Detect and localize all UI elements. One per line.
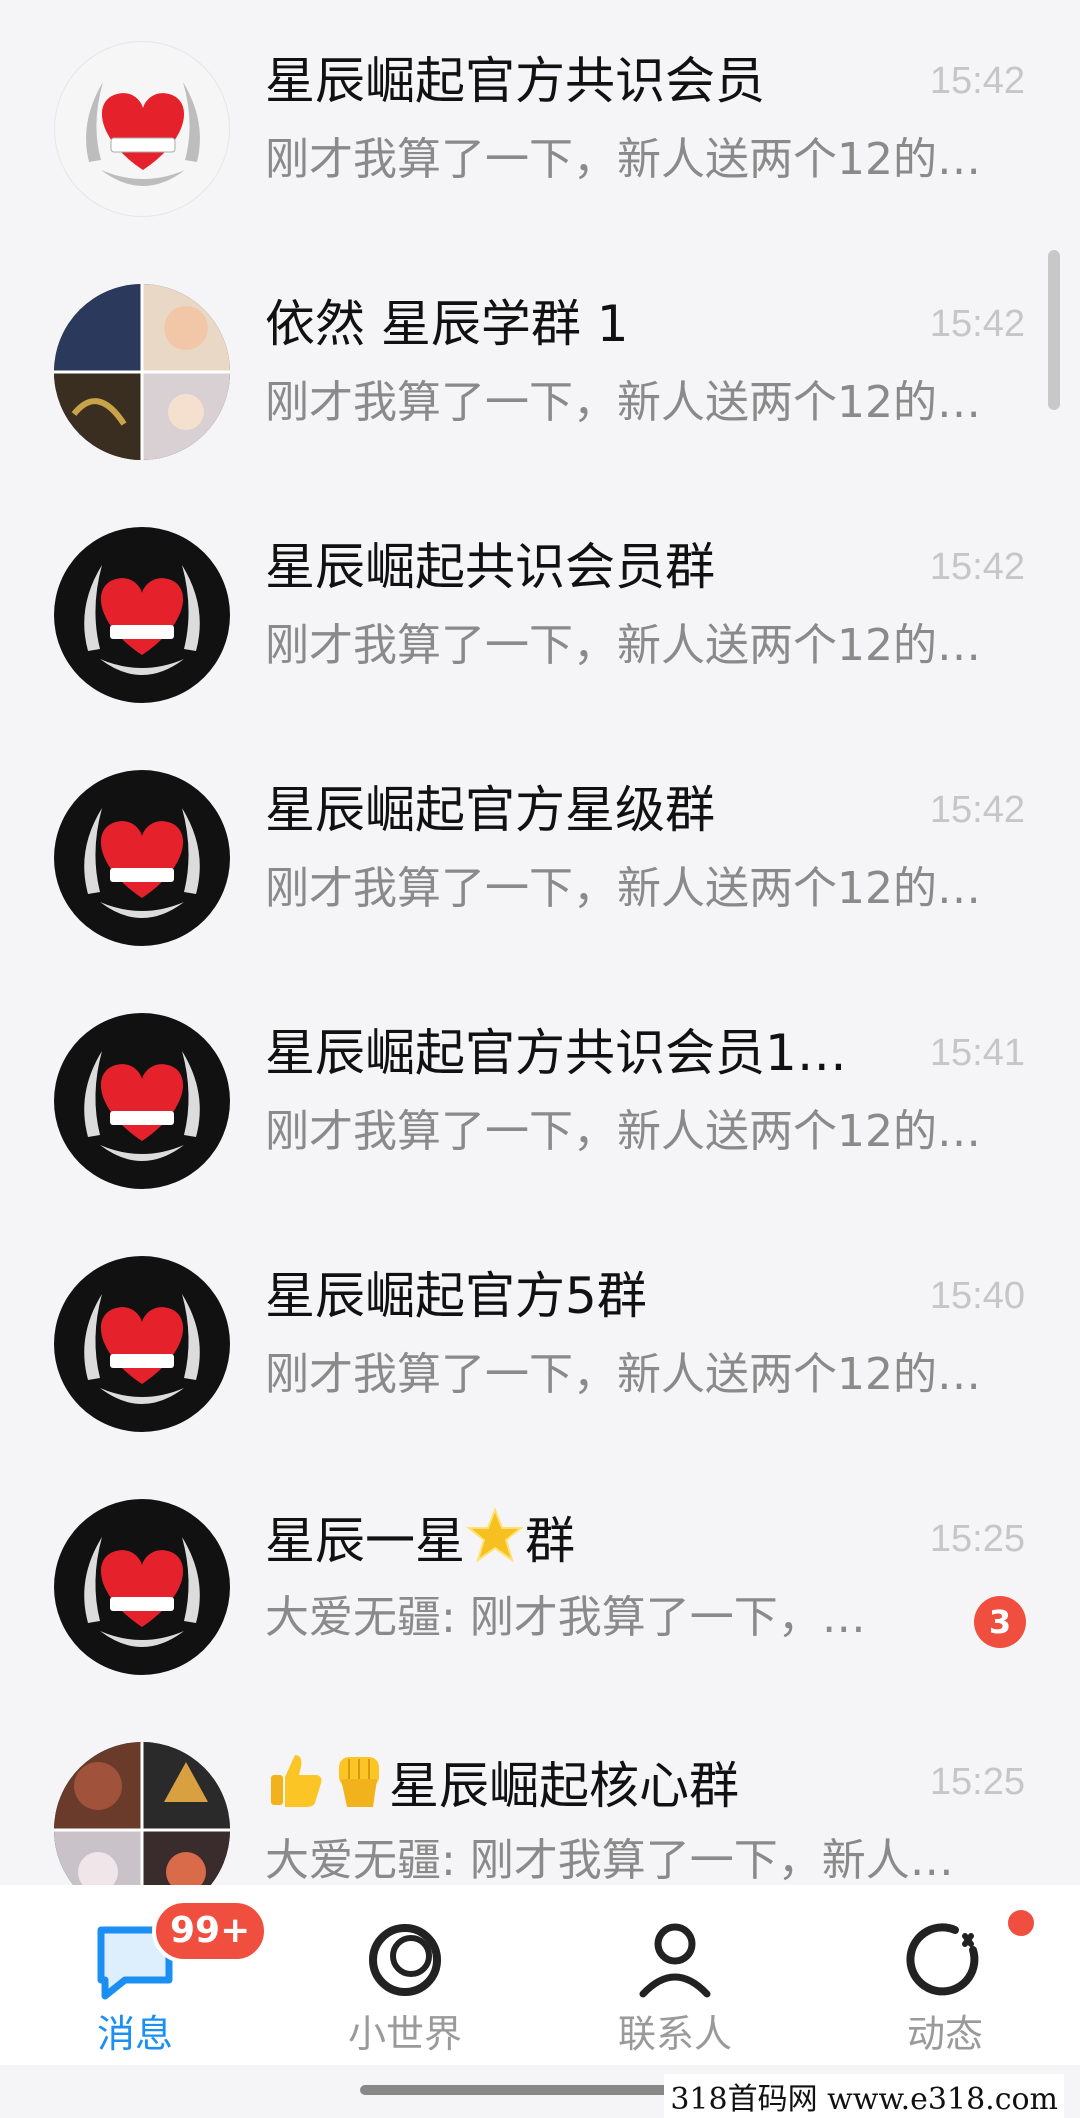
conversation-preview: 刚才我算了一下，新人送两个12的… [265,620,981,671]
tab-small-world[interactable]: 小世界 [270,1885,540,2065]
conversation-row[interactable]: 星辰崛起官方5群 15:40 刚才我算了一下，新人送两个12的… [0,1215,1080,1458]
bottom-tab-bar: 99+ 消息 小世界 联系人 动态 [0,1885,1080,2065]
tab-messages[interactable]: 99+ 消息 [0,1885,270,2065]
thumbs-up-icon [265,1749,327,1827]
group-avatar [54,41,230,217]
conversation-row[interactable]: 星辰崛起官方共识会员1… 15:41 刚才我算了一下，新人送两个12的… [0,972,1080,1215]
tab-label: 联系人 [617,2012,732,2056]
conversation-title: 星辰崛起核心群 [265,1749,905,1827]
star-spin-icon [895,1910,995,2010]
conversation-list[interactable]: 星辰崛起官方共识会员 15:42 刚才我算了一下，新人送两个12的… 依然 星辰… [0,0,1080,1885]
conversation-row[interactable]: 星辰崛起共识会员群 15:42 刚才我算了一下，新人送两个12的… [0,486,1080,729]
conversation-preview: 刚才我算了一下，新人送两个12的… [265,1349,981,1400]
conversation-title: 星辰崛起官方共识会员1… [265,1024,847,1082]
unread-badge: 3 [974,1596,1026,1648]
conversation-row[interactable]: 星辰崛起官方共识会员 15:42 刚才我算了一下，新人送两个12的… [0,0,1080,243]
conversation-preview: 刚才我算了一下，新人送两个12的… [265,134,981,185]
conversation-title: 星辰崛起官方5群 [265,1267,647,1325]
group-avatar [54,527,230,703]
conversation-title: 星辰崛起官方星级群 [265,781,715,839]
conversation-row[interactable]: 依然 星辰学群 1 15:42 刚才我算了一下，新人送两个12的… [0,243,1080,486]
fist-icon [327,1749,389,1827]
scrollbar[interactable] [1048,250,1060,410]
tab-contacts[interactable]: 联系人 [540,1885,810,2065]
conversation-time: 15:42 [929,303,1025,345]
notification-dot [1005,1907,1037,1939]
title-text: 群 [525,1512,575,1570]
conversation-title: 星辰一星 群 [265,1506,905,1582]
conversation-row[interactable]: 星辰一星 群 15:25 大爱无疆: 刚才我算了一下，… 3 [0,1458,1080,1701]
conversation-time: 15:42 [929,789,1025,831]
conversation-preview: 刚才我算了一下，新人送两个12的… [265,1106,981,1157]
conversation-row[interactable]: 星辰崛起官方星级群 15:42 刚才我算了一下，新人送两个12的… [0,729,1080,972]
world-ring-icon [355,1910,455,2010]
conversation-preview: 刚才我算了一下，新人送两个12的… [265,377,981,428]
tab-label: 动态 [906,2012,983,2056]
conversation-preview: 刚才我算了一下，新人送两个12的… [265,863,981,914]
title-text: 星辰崛起核心群 [389,1757,739,1815]
conversation-preview: 大爱无疆: 刚才我算了一下，… [265,1592,866,1643]
conversation-time: 15:42 [929,546,1025,588]
conversation-time: 15:42 [929,60,1025,102]
person-icon [625,1910,725,2010]
group-avatar [54,284,230,460]
conversation-time: 15:25 [929,1761,1025,1803]
watermark: 318首码网 www.e318.com [664,2074,1064,2118]
conversation-time: 15:25 [929,1518,1025,1560]
conversation-preview: 大爱无疆: 刚才我算了一下，新人… [265,1835,954,1885]
conversation-title: 星辰崛起共识会员群 [265,538,715,596]
title-text: 星辰一星 [265,1512,465,1570]
tab-feed[interactable]: 动态 [810,1885,1080,2065]
conversation-time: 15:41 [929,1032,1025,1074]
group-avatar [54,1742,230,1885]
group-avatar [54,1013,230,1189]
group-avatar [54,1499,230,1675]
group-avatar [54,1256,230,1432]
conversation-time: 15:40 [929,1275,1025,1317]
tab-label: 小世界 [347,2012,462,2056]
conversation-title: 星辰崛起官方共识会员 [265,52,765,110]
conversation-row[interactable]: 星辰崛起核心群 15:25 大爱无疆: 刚才我算了一下，新人… [0,1701,1080,1885]
tab-label: 消息 [96,2012,173,2056]
conversation-title: 依然 星辰学群 1 [265,295,629,353]
star-icon [465,1506,525,1582]
group-avatar [54,770,230,946]
unread-count-badge: 99+ [152,1899,269,1963]
